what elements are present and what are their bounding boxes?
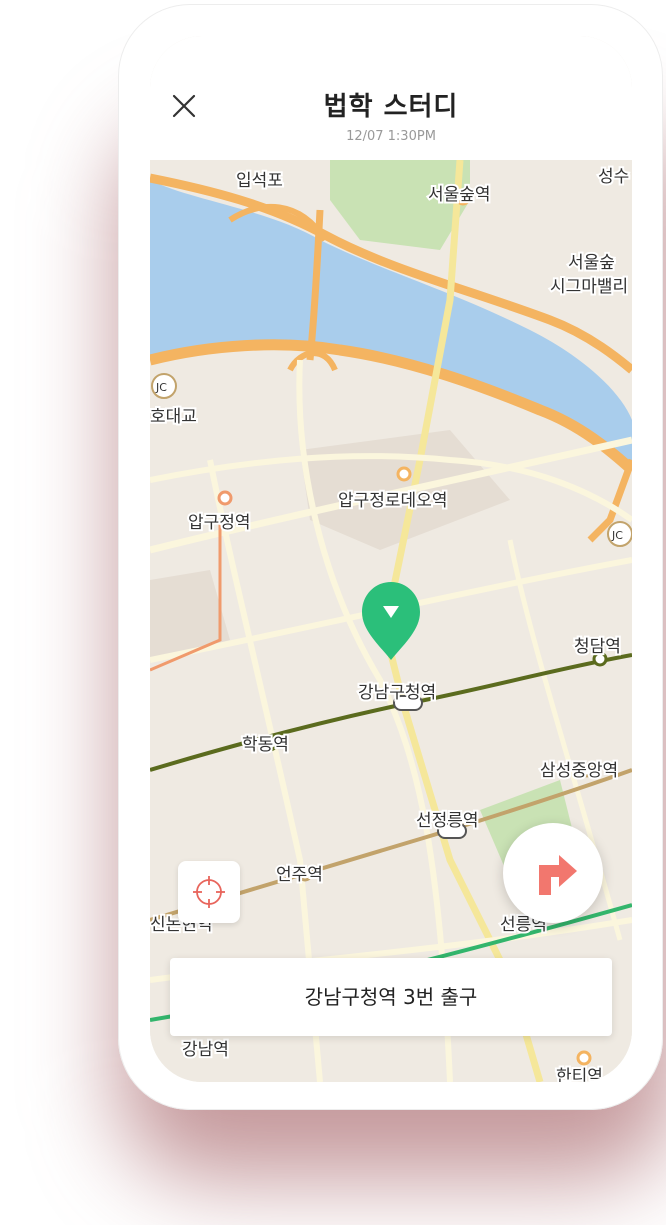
station-dot: [217, 490, 233, 506]
label-seoulforest-signature-2: 시그마밸리: [550, 277, 628, 297]
label-samseong-jungang: 삼성중앙역: [540, 761, 618, 781]
crosshair-icon: [193, 876, 225, 908]
label-seoulforest-signature: 서울숲: [568, 253, 615, 273]
page-title: 법학 스터디: [323, 92, 459, 122]
locate-me-button[interactable]: [178, 861, 240, 923]
turn-right-icon: [539, 855, 577, 895]
destination-bar[interactable]: 강남구청역 3번 출구: [170, 958, 612, 1036]
app-screen: 법학 스터디 12/07 1:30PM JC JC 입석포 서울숲역 성수 서울…: [150, 36, 632, 1082]
station-dot: [396, 466, 412, 482]
jc-label-2: JC: [611, 529, 623, 542]
label-seonjeongneung: 선정릉역: [416, 811, 479, 831]
route-button[interactable]: [503, 823, 603, 923]
map-view[interactable]: JC JC 입석포 서울숲역 성수 서울숲 시그마밸리 호대교 압구정역 압구정…: [150, 160, 632, 1082]
label-eonju: 언주역: [276, 865, 323, 885]
label-seongsu: 성수: [598, 167, 629, 187]
label-seoulforest: 서울숲역: [428, 185, 491, 205]
label-cheongdam: 청담역: [574, 637, 621, 657]
station-dot: [576, 1050, 592, 1066]
label-apgujeong-rodeo: 압구정로데오역: [338, 491, 447, 511]
phone-notch: [258, 36, 524, 74]
label-apgujeong: 압구정역: [188, 513, 251, 533]
label-gangnamgu-office: 강남구청역: [358, 683, 436, 703]
jc-label: JC: [155, 381, 167, 394]
label-hanti: 한티역: [556, 1067, 603, 1082]
event-datetime: 12/07 1:30PM: [346, 129, 436, 144]
label-ipseokpo: 입석포: [236, 171, 283, 191]
label-ho-bridge: 호대교: [150, 407, 197, 427]
label-hakdong: 학동역: [242, 735, 289, 755]
label-gangnam: 강남역: [182, 1040, 229, 1060]
